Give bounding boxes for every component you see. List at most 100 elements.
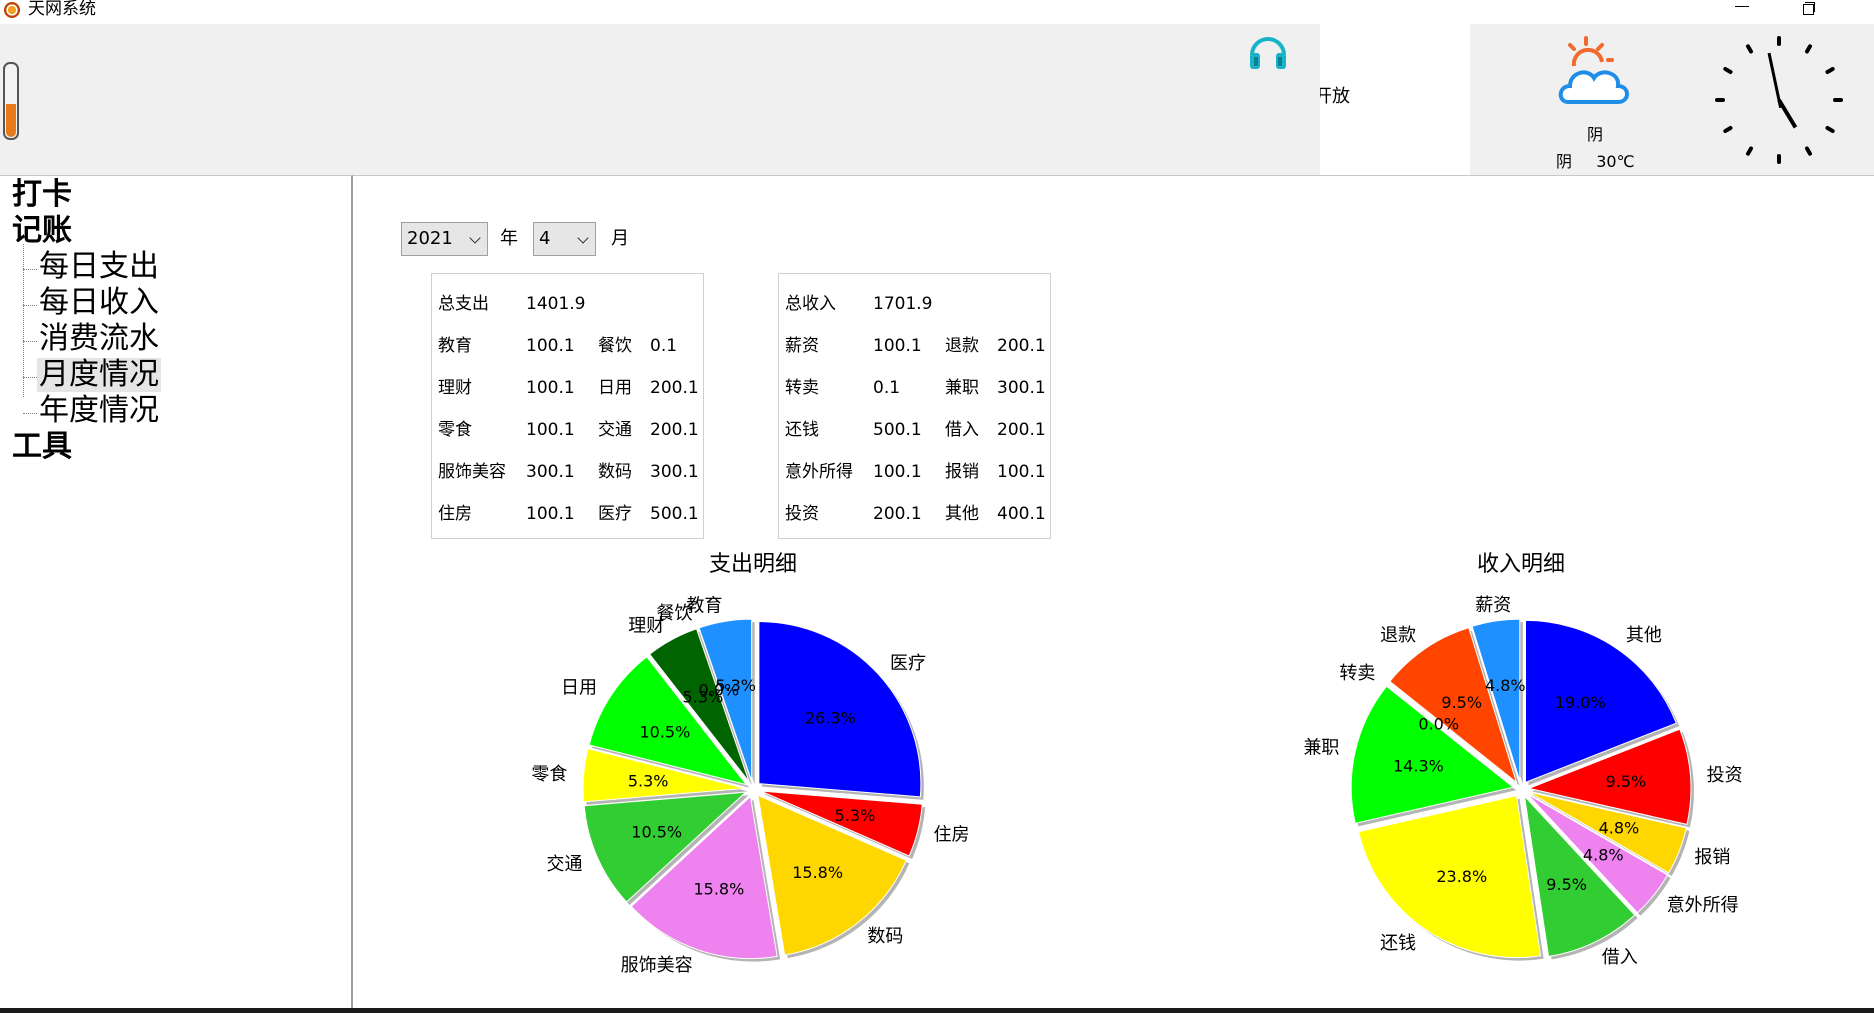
expense-summary-table: 总支出 1401.9 教育 100.1 餐饮 0.1 理财 100.1 日用 2… xyxy=(431,273,704,539)
expense-total-value: 1401.9 xyxy=(526,294,586,314)
income-category-label: 借入 xyxy=(945,420,979,440)
title-bar: 天网系统 xyxy=(0,0,1874,24)
month-select[interactable]: 4 xyxy=(533,222,596,256)
pie-category-label: 报销 xyxy=(1694,847,1730,868)
expense-category-value: 200.1 xyxy=(650,420,699,440)
pie-pct-label: 5.3% xyxy=(683,688,724,707)
pie-category-label: 数码 xyxy=(867,926,903,947)
income-category-value: 400.1 xyxy=(997,504,1046,524)
pie-category-label: 住房 xyxy=(934,825,970,846)
chart-title: 支出明细 xyxy=(709,552,797,577)
pie-pct-label: 4.8% xyxy=(1599,818,1640,837)
tree-item-transactions[interactable]: 消费流水 xyxy=(39,322,159,356)
clock-tick xyxy=(1825,67,1835,74)
expense-category-label: 餐饮 xyxy=(598,336,632,356)
restore-icon[interactable] xyxy=(1802,0,1818,15)
pie-pct-label: 10.5% xyxy=(631,822,682,841)
weather-temperature: 30℃ xyxy=(1596,152,1635,171)
tree-item-daily-expense[interactable]: 每日支出 xyxy=(39,250,159,284)
marquee-label: 开放 xyxy=(1320,86,1350,107)
expense-category-value: 300.1 xyxy=(650,462,699,482)
pie-category-label: 零食 xyxy=(531,764,567,785)
expense-category-label: 住房 xyxy=(438,504,472,524)
minimize-icon[interactable] xyxy=(1733,2,1751,16)
expense-category-label: 服饰美容 xyxy=(438,462,506,482)
headphone-icon[interactable] xyxy=(1246,29,1290,73)
pie-pct-label: 4.8% xyxy=(1583,846,1624,865)
monthly-report-panel: 2021 年 4 月 总支出 1401.9 教育 100.1 餐饮 0.1 理财… xyxy=(353,175,1874,1009)
tree-connector xyxy=(23,377,37,378)
weather-summary: 阴 30℃ xyxy=(1556,148,1646,172)
income-pie-chart: 收入明细 4.8% 薪资 9.5% 退款 0.0% 转卖 14.3% 兼职 23.8% 还钱 9.5… xyxy=(1303,552,1743,968)
pie-pct-label: 14.3% xyxy=(1393,757,1444,776)
income-total-label: 总收入 xyxy=(785,294,836,314)
pie-pct-label: 5.3% xyxy=(628,771,669,790)
tree-item-monthly[interactable]: 月度情况 xyxy=(37,358,161,392)
clock-minute-hand xyxy=(1767,52,1783,109)
pie-category-label: 转卖 xyxy=(1339,663,1375,684)
pie-pct-label: 10.5% xyxy=(639,723,690,742)
pie-pct-label: 15.8% xyxy=(792,863,843,882)
expense-category-value: 100.1 xyxy=(526,420,575,440)
pie-pct-label: 23.8% xyxy=(1436,867,1487,886)
year-unit-label: 年 xyxy=(500,228,518,249)
expense-category-value: 200.1 xyxy=(650,378,699,398)
income-category-value: 500.1 xyxy=(873,420,922,440)
expense-category-label: 交通 xyxy=(598,420,632,440)
pie-pct-label: 19.0% xyxy=(1555,693,1606,712)
clock xyxy=(1715,36,1843,164)
income-category-value: 100.1 xyxy=(873,336,922,356)
income-category-value: 200.1 xyxy=(873,504,922,524)
income-category-value: 100.1 xyxy=(997,462,1046,482)
clock-tick xyxy=(1825,126,1835,133)
clock-hour-hand xyxy=(1777,98,1798,129)
weather-description: 阴 xyxy=(1586,125,1603,144)
expense-category-label: 数码 xyxy=(598,462,632,482)
nav-tree: 打卡 记账 每日支出 每日收入 消费流水 月度情况 年度情况 工具 xyxy=(0,175,353,1009)
pie-pct-label: 26.3% xyxy=(805,709,856,728)
pie-pct-label: 4.8% xyxy=(1485,676,1526,695)
income-category-label: 还钱 xyxy=(785,420,819,440)
pie-category-label: 日用 xyxy=(561,677,597,698)
volume-slider[interactable] xyxy=(3,62,19,140)
tree-item-daily-income[interactable]: 每日收入 xyxy=(39,286,159,320)
income-category-label: 薪资 xyxy=(785,336,819,356)
pie-category-label: 兼职 xyxy=(1303,738,1339,759)
clock-tick xyxy=(1723,126,1733,133)
income-category-value: 300.1 xyxy=(997,378,1046,398)
pie-pct-label: 9.5% xyxy=(1606,772,1647,791)
taskbar-edge xyxy=(0,1008,1874,1013)
tree-item-bookkeeping[interactable]: 记账 xyxy=(12,214,72,248)
tree-item-yearly[interactable]: 年度情况 xyxy=(39,394,159,428)
toolbar: 开放 阴 阴 30℃ xyxy=(0,24,1874,175)
pie-pct-label: 0.0% xyxy=(1418,714,1459,733)
pie-category-label: 理财 xyxy=(628,615,664,636)
pie-category-label: 退款 xyxy=(1380,625,1416,646)
tree-item-tools[interactable]: 工具 xyxy=(12,430,72,464)
clock-tick xyxy=(1746,44,1753,54)
tree-connector xyxy=(23,341,37,342)
tree-item-checkin[interactable]: 打卡 xyxy=(12,178,72,212)
expense-pie-chart: 支出明细 5.3%教育0.0%餐饮5.3%理财10.5%日用5.3%零食10.5… xyxy=(531,552,970,976)
weather-condition: 阴 xyxy=(1556,152,1573,171)
tree-connector xyxy=(23,244,24,397)
income-category-value: 200.1 xyxy=(997,336,1046,356)
pie-pct-label: 9.5% xyxy=(1546,875,1587,894)
pie-category-label: 薪资 xyxy=(1475,595,1511,616)
pie-pct-label: 9.5% xyxy=(1441,693,1482,712)
income-category-value: 100.1 xyxy=(873,462,922,482)
income-category-label: 投资 xyxy=(785,504,819,524)
expense-category-value: 100.1 xyxy=(526,504,575,524)
clock-tick xyxy=(1805,146,1812,156)
chevron-down-icon xyxy=(577,232,589,244)
cloudy-sun-icon xyxy=(1558,36,1629,104)
expense-category-value: 100.1 xyxy=(526,378,575,398)
expense-category-value: 500.1 xyxy=(650,504,699,524)
expense-category-label: 理财 xyxy=(438,378,472,398)
clock-tick xyxy=(1805,44,1812,54)
pie-category-label: 投资 xyxy=(1707,765,1743,786)
year-select[interactable]: 2021 xyxy=(401,222,488,256)
income-category-label: 兼职 xyxy=(945,378,979,398)
expense-category-value: 300.1 xyxy=(526,462,575,482)
expense-category-label: 教育 xyxy=(438,336,472,356)
